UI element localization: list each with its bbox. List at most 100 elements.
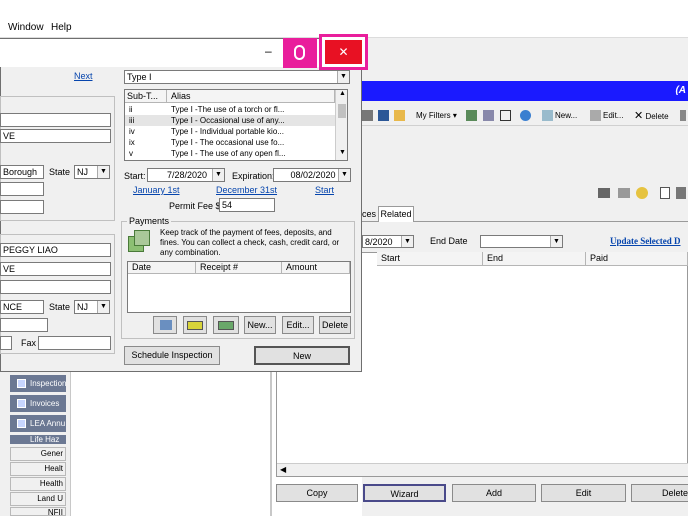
- start-date-combo[interactable]: 8/2020 ▼: [362, 235, 414, 248]
- form-icon: [17, 379, 26, 388]
- toolbar-new-button[interactable]: New...: [542, 109, 577, 123]
- credit-card-icon: [187, 321, 203, 330]
- owner-address-2-field[interactable]: [0, 280, 111, 294]
- copy-button[interactable]: Copy: [276, 484, 358, 502]
- owner-state-combo[interactable]: NJ ▼: [74, 300, 110, 314]
- scroll-down-icon[interactable]: ▼: [339, 149, 346, 156]
- wizard-button[interactable]: Wizard: [363, 484, 446, 502]
- delete-button[interactable]: Delete: [631, 484, 688, 502]
- start-link[interactable]: Start: [315, 185, 334, 195]
- scroll-left-icon[interactable]: ◀: [280, 465, 286, 474]
- list-icon[interactable]: [676, 187, 686, 199]
- edit-button[interactable]: Edit: [541, 484, 626, 502]
- close-icon: ✕: [338, 45, 349, 59]
- list-row[interactable]: iv Type I - Individual portable kio...: [125, 126, 335, 137]
- list-scrollbar[interactable]: ▲ ▼: [335, 90, 347, 160]
- grid-header-end[interactable]: End: [483, 252, 586, 266]
- list-row-subtype: iii: [129, 116, 135, 125]
- start-label: Start:: [124, 171, 146, 181]
- group-general[interactable]: Gener: [10, 447, 66, 461]
- owner-zip-field[interactable]: [0, 318, 48, 332]
- list-header-subtype[interactable]: Sub-T...: [125, 90, 167, 103]
- globe-icon[interactable]: [520, 109, 533, 123]
- folder-icon[interactable]: [394, 109, 407, 123]
- pay-card-button[interactable]: [183, 316, 207, 334]
- list-row[interactable]: ii Type I -The use of a torch or fl...: [125, 104, 335, 115]
- payments-header-date[interactable]: Date: [128, 262, 196, 274]
- zip-field[interactable]: [0, 182, 44, 196]
- group-land-use[interactable]: Land U: [10, 492, 66, 506]
- payment-new-button[interactable]: New...: [244, 316, 276, 334]
- close-button[interactable]: ✕: [325, 40, 362, 64]
- sidebar-divider: [70, 372, 71, 516]
- toolbar-edit-button[interactable]: Edit...: [590, 109, 623, 123]
- owner-name-field[interactable]: PEGGY LIAO: [0, 243, 111, 257]
- schedule-inspection-button[interactable]: Schedule Inspection: [124, 346, 220, 365]
- tab-related[interactable]: Related: [378, 206, 414, 222]
- address-line-1[interactable]: [0, 113, 111, 127]
- owner-city-field[interactable]: NCE: [0, 300, 44, 314]
- document-icon[interactable]: [660, 187, 670, 199]
- my-filters-button[interactable]: My Filters ▾: [416, 109, 457, 123]
- menu-help[interactable]: Help: [51, 22, 72, 33]
- group-health-1[interactable]: Healt: [10, 462, 66, 476]
- toolbar-delete-button[interactable]: ✕ Delete: [634, 109, 669, 123]
- scroll-up-icon[interactable]: ▲: [339, 90, 346, 97]
- grid-header-start[interactable]: Start: [377, 252, 483, 266]
- pay-check-button[interactable]: [153, 316, 177, 334]
- toolbar-overflow-icon[interactable]: [680, 109, 688, 123]
- end-date-combo[interactable]: ▼: [480, 235, 563, 248]
- sidebar-item-lea[interactable]: LEA Annu: [10, 415, 66, 432]
- funnel-icon[interactable]: [500, 109, 513, 123]
- grid-header-paid[interactable]: Paid: [586, 252, 688, 266]
- address-line-2[interactable]: VE: [0, 129, 111, 143]
- payments-title: Payments: [127, 216, 172, 226]
- add-button[interactable]: Add: [452, 484, 536, 502]
- grid-horizontal-scrollbar[interactable]: ◀: [277, 463, 688, 476]
- printer-icon[interactable]: [618, 188, 630, 198]
- filter-check-icon[interactable]: [466, 109, 479, 123]
- clock-icon[interactable]: [636, 187, 648, 199]
- group-health-2[interactable]: Health: [10, 477, 66, 491]
- chevron-down-icon: ▼: [337, 71, 349, 83]
- county-field[interactable]: [0, 200, 44, 214]
- subtype-list[interactable]: Sub-T... Alias ii Type I -The use of a t…: [124, 89, 348, 161]
- pay-cash-button[interactable]: [213, 316, 239, 334]
- box-icon[interactable]: [598, 188, 610, 198]
- permit-type-combo[interactable]: Type I ▼: [124, 70, 350, 84]
- scroll-thumb[interactable]: [338, 104, 346, 118]
- expiration-date-picker[interactable]: 08/02/2020 ▼: [273, 168, 351, 182]
- new-button[interactable]: New: [254, 346, 350, 365]
- check-icon: [160, 320, 172, 330]
- list-row[interactable]: ix Type I - The occasional use fo...: [125, 137, 335, 148]
- payment-edit-button[interactable]: Edit...: [282, 316, 314, 334]
- menu-window[interactable]: Window: [8, 22, 44, 33]
- january-first-link[interactable]: January 1st: [133, 185, 180, 195]
- sidebar-item-life-hazard[interactable]: Life Haz: [10, 435, 66, 444]
- fax-field[interactable]: [38, 336, 111, 350]
- payment-delete-button[interactable]: Delete: [319, 316, 351, 334]
- close-highlight-frame: ✕: [319, 34, 368, 70]
- minimize-icon[interactable]: –: [265, 44, 272, 58]
- payments-header-receipt[interactable]: Receipt #: [196, 262, 282, 274]
- tab-partial[interactable]: ces: [362, 209, 376, 219]
- owner-address-field[interactable]: VE: [0, 262, 111, 276]
- state-combo[interactable]: NJ ▼: [74, 165, 110, 179]
- print-icon[interactable]: [362, 109, 375, 123]
- list-row-selected[interactable]: iii Type I - Occasional use of any...: [125, 115, 335, 126]
- list-row[interactable]: v Type I - The use of any open fl...: [125, 148, 335, 159]
- group-nfii[interactable]: NFII: [10, 507, 66, 516]
- start-date-picker[interactable]: 7/28/2020 ▼: [147, 168, 225, 182]
- update-selected-link[interactable]: Update Selected D: [610, 236, 681, 246]
- sidebar-item-invoices[interactable]: Invoices: [10, 395, 66, 412]
- sidebar-item-inspection[interactable]: Inspection: [10, 375, 66, 392]
- next-link[interactable]: Next: [74, 71, 93, 81]
- phone-field[interactable]: [0, 336, 12, 350]
- city-field[interactable]: Borough: [0, 165, 44, 179]
- permit-fee-input[interactable]: 54: [219, 198, 275, 212]
- payments-header-amount[interactable]: Amount: [282, 262, 350, 274]
- word-icon[interactable]: [378, 109, 391, 123]
- december-31st-link[interactable]: December 31st: [216, 185, 277, 195]
- filter-grid-icon[interactable]: [483, 109, 496, 123]
- list-header-alias[interactable]: Alias: [167, 90, 335, 103]
